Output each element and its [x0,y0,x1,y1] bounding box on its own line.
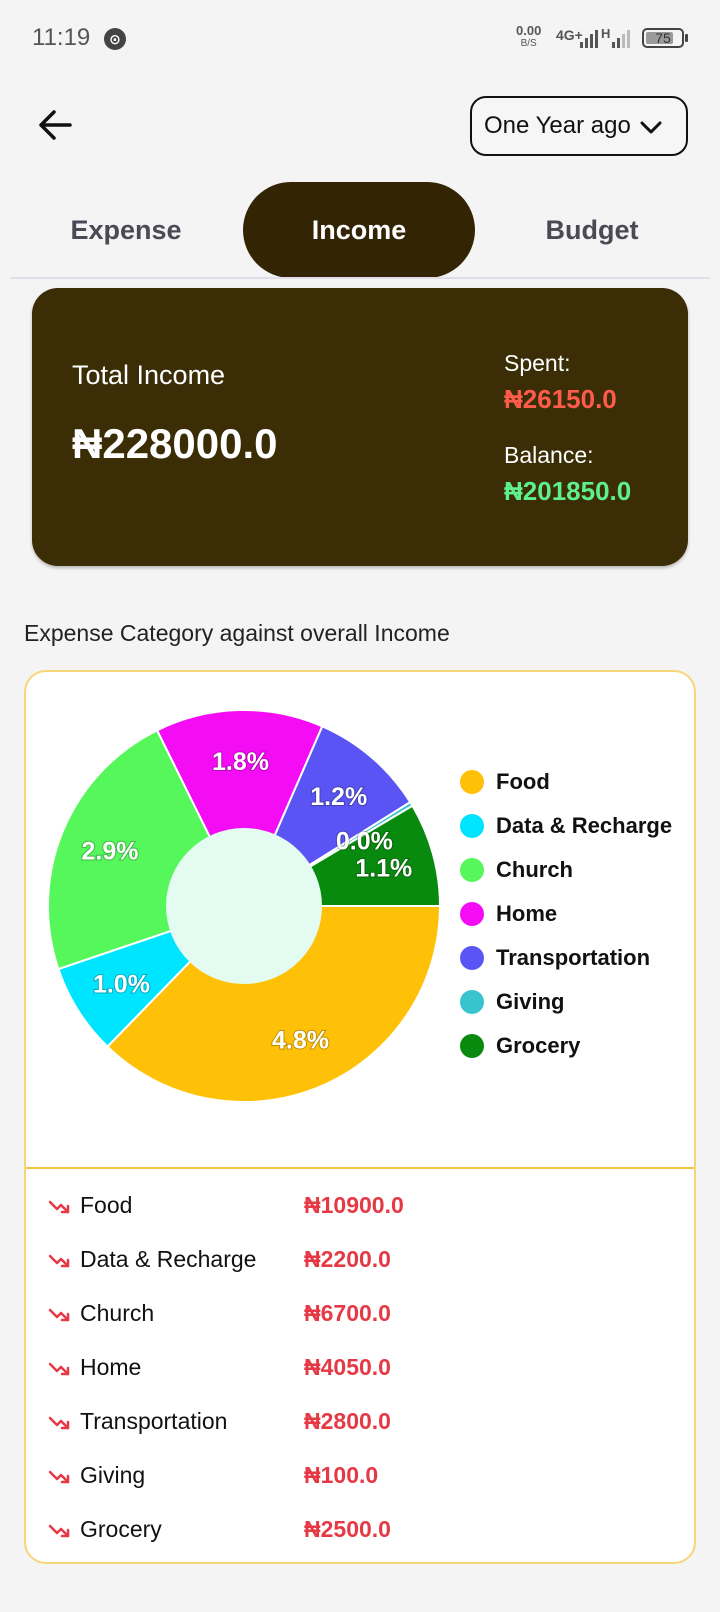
legend-label: Data & Recharge [496,813,673,838]
expense-name: Home [80,1354,142,1380]
legend-item: Data & Recharge [460,804,672,848]
expense-name: Giving [80,1462,146,1488]
expense-row: Transportation ₦2800.0 [26,1398,694,1452]
expense-list: Food ₦10900.0 Data & Recharge ₦2200.0 Church… [26,1182,694,1560]
battery-icon: 75 [642,28,684,48]
spent-label: Spent: [504,350,571,376]
legend-label: Grocery [496,1033,581,1058]
pie-label-giving: 0.0% [336,828,393,856]
chevron-down-icon [640,121,662,134]
expense-amount: ₦100.0 [304,1462,379,1488]
tab-income[interactable]: Income [243,182,475,278]
expense-row: Grocery ₦2500.0 [26,1506,694,1560]
expense-pie-chart: 4.8% 1.0% 2.9% 1.8% 1.2% 0.0%1.1% [47,709,442,1103]
legend-item: Grocery [460,1024,672,1068]
pie-center-hole [166,828,322,984]
pie-label-grocery: 1.1% [355,855,412,883]
trending-down-icon [48,1416,70,1430]
network-h-label: H [601,26,611,41]
legend-color-dot [460,858,484,882]
legend-color-dot [460,1034,484,1058]
expense-name: Transportation [80,1408,228,1434]
expense-row: Food ₦10900.0 [26,1182,694,1236]
legend-item: Giving [460,980,672,1024]
income-summary-card: Total Income ₦228000.0 Spent: ₦26150.0 B… [32,288,688,566]
signal-strength-2-icon [612,28,630,48]
period-dropdown-value: One Year ago [484,112,631,139]
section-title: Expense Category against overall Income [24,620,450,646]
expense-amount: ₦2200.0 [304,1246,391,1272]
expense-row: Giving ₦100.0 [26,1452,694,1506]
tab-divider [10,277,710,279]
legend-item: Food [460,760,672,804]
expense-chart-panel: 4.8% 1.0% 2.9% 1.8% 1.2% 0.0% 1.1% Food Data & … [24,670,696,1564]
legend-item: Transportation [460,936,672,980]
back-button[interactable] [32,100,82,150]
pie-label-data-recharge: 1.0% [93,970,150,998]
tab-expense[interactable]: Expense [10,182,242,278]
legend-label: Food [496,769,550,794]
trending-down-icon [48,1470,70,1484]
expense-amount: ₦6700.0 [304,1300,391,1326]
expense-name: Church [80,1300,155,1326]
legend-label: Church [496,857,573,882]
network-speed: 0.00 B/S [516,24,541,50]
legend-label: Giving [496,989,565,1014]
expense-name: Food [80,1192,133,1218]
legend-color-dot [460,990,484,1014]
total-income-label: Total Income [72,360,226,390]
expense-amount: ₦2500.0 [304,1516,391,1542]
signal-strength-icon [580,28,598,48]
expense-name: Data & Recharge [80,1246,257,1272]
network-type: 4G+ [556,27,583,43]
trending-down-icon [48,1200,70,1214]
pie-label-church: 2.9% [82,838,139,866]
battery-tip [685,34,688,42]
legend-color-dot [460,902,484,926]
expense-amount: ₦10900.0 [304,1192,404,1218]
status-time: 11:19 [32,24,91,51]
legend-color-dot [460,770,484,794]
pie-label-food: 4.8% [272,1027,329,1055]
expense-name: Grocery [80,1516,162,1542]
chart-legend: Food Data & Recharge Church Home Transportat… [460,760,672,1068]
panel-divider [26,1167,694,1169]
period-dropdown[interactable]: One Year ago [470,96,688,156]
trending-down-icon [48,1254,70,1268]
legend-color-dot [460,814,484,838]
balance-label: Balance: [504,442,594,468]
trending-down-icon [48,1524,70,1538]
vpn-lock-icon: ⊙ [104,28,126,50]
expense-amount: ₦2800.0 [304,1408,391,1434]
network-speed-unit: B/S [520,38,537,49]
expense-row: Home ₦4050.0 [26,1344,694,1398]
network-speed-value: 0.00 [516,23,542,38]
battery-level: 75 [655,30,671,46]
total-income-value: ₦228000.0 [72,420,278,467]
legend-label: Home [496,901,558,926]
spent-value: ₦26150.0 [504,384,617,414]
tab-budget[interactable]: Budget [476,182,708,278]
expense-amount: ₦4050.0 [304,1354,391,1380]
balance-value: ₦201850.0 [504,476,632,506]
trending-down-icon [48,1308,70,1322]
expense-row: Data & Recharge ₦2200.0 [26,1236,694,1290]
legend-color-dot [460,946,484,970]
pie-label-transportation: 1.2% [310,783,367,811]
expense-row: Church ₦6700.0 [26,1290,694,1344]
trending-down-icon [48,1362,70,1376]
arrow-left-icon [39,110,72,140]
legend-item: Church [460,848,672,892]
pie-label-home: 1.8% [212,748,269,776]
legend-item: Home [460,892,672,936]
legend-label: Transportation [496,945,651,970]
